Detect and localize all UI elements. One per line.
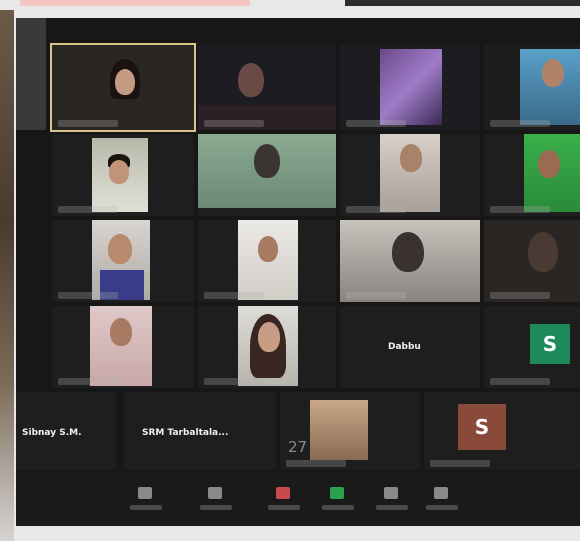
- leave-icon: [434, 487, 448, 499]
- participant-face: [528, 232, 558, 272]
- participant-face: [254, 144, 280, 178]
- participant-tile[interactable]: [198, 220, 336, 302]
- participant-name-label: [58, 292, 118, 299]
- participant-count: 27: [288, 438, 308, 456]
- participant-tile[interactable]: [484, 134, 580, 216]
- top-strip-right: [345, 0, 580, 6]
- participant-face: [115, 69, 135, 95]
- participant-face: [109, 160, 129, 184]
- participant-tile[interactable]: [280, 392, 420, 470]
- search-icon: [138, 487, 152, 499]
- avatar: S: [458, 404, 506, 450]
- participant-grid: Dabbu S Sibnay S.M. SRM Tarbaltala... S: [16, 18, 580, 470]
- participants-icon: [208, 487, 222, 499]
- search-button[interactable]: [126, 483, 166, 519]
- participant-tile[interactable]: [52, 220, 194, 302]
- active-speaker-tile[interactable]: [50, 43, 196, 132]
- search-label: [130, 505, 162, 510]
- participant-name: Sibnay S.M.: [22, 428, 82, 438]
- participants-button[interactable]: [196, 483, 236, 519]
- participant-name-label: [346, 120, 406, 127]
- participant-video: [380, 49, 442, 125]
- participant-name-label: [346, 206, 406, 213]
- participant-face: [538, 150, 560, 178]
- participant-tile[interactable]: [198, 45, 336, 130]
- leave-button[interactable]: [422, 483, 462, 519]
- participant-tile[interactable]: [340, 220, 480, 302]
- participant-tile[interactable]: [52, 306, 194, 388]
- participant-tile[interactable]: [484, 45, 580, 130]
- avatar-tile[interactable]: S: [484, 306, 580, 388]
- participant-tile[interactable]: [198, 306, 336, 388]
- participant-name-label: [490, 206, 550, 213]
- video-label: [322, 505, 354, 510]
- participant-face: [400, 144, 422, 172]
- avatar: S: [530, 324, 570, 364]
- share-screen-label: [376, 505, 408, 510]
- participant-name-label: [58, 378, 118, 385]
- name-only-tile[interactable]: Sibnay S.M.: [16, 392, 116, 470]
- participant-name-label: [204, 378, 264, 385]
- name-only-tile[interactable]: Dabbu: [340, 306, 480, 388]
- share-screen-button[interactable]: [372, 483, 412, 519]
- participant-name-label: [490, 378, 550, 385]
- participant-name-label: [490, 120, 550, 127]
- video-meeting-window: Dabbu S Sibnay S.M. SRM Tarbaltala... S …: [16, 18, 580, 526]
- participant-face: [108, 234, 132, 264]
- participant-face: [110, 318, 132, 346]
- left-edge-background: [0, 10, 14, 541]
- meeting-toolbar: [16, 473, 580, 526]
- participant-tile[interactable]: [52, 134, 194, 216]
- participant-name-label: [58, 120, 118, 127]
- participant-face: [258, 322, 280, 352]
- participant-tile[interactable]: [16, 18, 46, 130]
- participant-name: Dabbu: [388, 342, 421, 352]
- participant-name-label: [430, 460, 490, 467]
- participant-face: [258, 236, 278, 262]
- participant-face: [392, 232, 424, 272]
- participant-face: [238, 63, 264, 97]
- leave-label: [426, 505, 458, 510]
- participants-label: [200, 505, 232, 510]
- participant-video: [310, 400, 368, 460]
- participant-face: [542, 59, 564, 87]
- participant-tile[interactable]: [484, 220, 580, 302]
- top-strip-left: [20, 0, 250, 6]
- microphone-button[interactable]: [264, 483, 304, 519]
- participant-tile[interactable]: [198, 134, 336, 216]
- participant-name-label: [204, 120, 264, 127]
- participant-name: SRM Tarbaltala...: [142, 428, 229, 438]
- name-only-tile[interactable]: SRM Tarbaltala...: [124, 392, 276, 470]
- microphone-label: [268, 505, 300, 510]
- participant-name-label: [490, 292, 550, 299]
- participant-name-label: [204, 292, 264, 299]
- participant-name-label: [58, 206, 118, 213]
- microphone-icon: [276, 487, 290, 499]
- video-button[interactable]: [318, 483, 358, 519]
- video-camera-icon: [330, 487, 344, 499]
- avatar-tile[interactable]: S: [424, 392, 580, 470]
- participant-tile[interactable]: [340, 45, 480, 130]
- participant-name-label: [346, 292, 406, 299]
- share-screen-icon: [384, 487, 398, 499]
- participant-name-label: [286, 460, 346, 467]
- participant-tile[interactable]: [340, 134, 480, 216]
